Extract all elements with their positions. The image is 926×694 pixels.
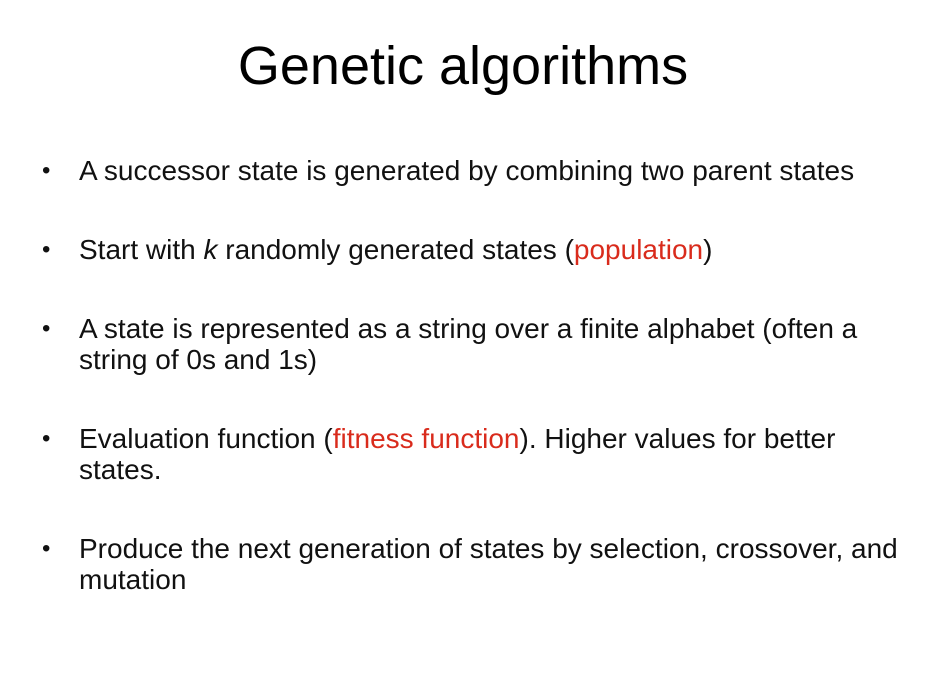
bullet-marker: • — [42, 425, 51, 452]
highlight-fitness-function: fitness function — [332, 423, 520, 454]
bullet-text-suffix: ) — [703, 234, 713, 265]
slide: Genetic algorithms • A successor state i… — [0, 0, 926, 694]
bullet-item: • Produce the next generation of states … — [40, 533, 900, 595]
highlight-population: population — [573, 234, 704, 265]
bullet-item: • Evaluation function (fitness function)… — [40, 423, 900, 485]
bullet-item: • Start with k randomly generated states… — [40, 234, 900, 265]
bullet-item: • A successor state is generated by comb… — [40, 155, 900, 186]
slide-title: Genetic algorithms — [237, 36, 689, 96]
bullet-text-prefix: Evaluation function ( — [79, 423, 333, 454]
bullet-marker: • — [42, 315, 51, 342]
variable-k: k — [203, 234, 218, 265]
bullet-marker: • — [42, 236, 51, 263]
bullet-text-prefix: Start with — [79, 234, 204, 265]
bullet-text-middle: randomly generated states ( — [217, 234, 574, 265]
bullet-text: Produce the next generation of states by… — [79, 533, 898, 595]
bullet-text: A successor state is generated by combin… — [79, 155, 855, 186]
bullet-item: • A state is represented as a string ove… — [40, 313, 900, 375]
bullet-text: A state is represented as a string over … — [79, 313, 858, 375]
bullet-marker: • — [42, 535, 51, 562]
bullet-list: • A successor state is generated by comb… — [40, 155, 900, 595]
bullet-marker: • — [42, 157, 51, 184]
